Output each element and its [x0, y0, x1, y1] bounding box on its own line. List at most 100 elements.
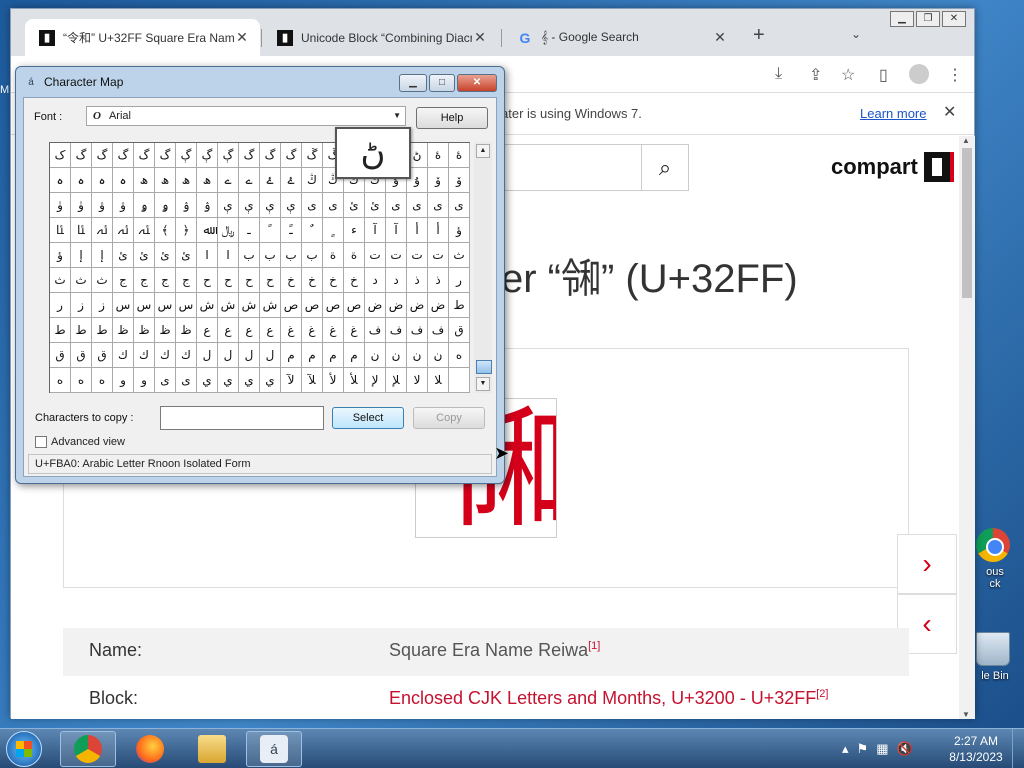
grid-cell[interactable]: ع [218, 318, 239, 343]
tab-google-search[interactable]: G 𝄞 - Google Search ✕ [503, 19, 738, 56]
grid-cell[interactable]: ب [302, 243, 323, 268]
grid-cell[interactable]: ۅ [134, 193, 155, 218]
grid-cell[interactable]: ي [218, 368, 239, 393]
grid-cell[interactable]: ج [134, 268, 155, 293]
grid-cell[interactable]: ل [218, 343, 239, 368]
grid-cell[interactable]: ك [176, 343, 197, 368]
grid-cell[interactable]: ۉ [197, 193, 218, 218]
grid-cell[interactable]: ك [113, 343, 134, 368]
grid-cell[interactable]: ق [449, 318, 470, 343]
grid-cell[interactable]: ۓ [260, 168, 281, 193]
grid-cell[interactable]: ئ [155, 243, 176, 268]
minimize-icon[interactable]: ▁ [890, 11, 914, 27]
scroll-up-icon[interactable]: ▲ [476, 144, 490, 158]
network-icon[interactable]: ▦ [876, 741, 888, 757]
share-icon[interactable]: ⇪ [809, 65, 822, 85]
grid-cell[interactable]: ۆ [449, 168, 470, 193]
clock[interactable]: 2:27 AM 8/13/2023 [946, 733, 1006, 765]
grid-cell[interactable]: ل [260, 343, 281, 368]
grid-cell[interactable]: ا [197, 243, 218, 268]
scroll-down-icon[interactable]: ▼ [962, 710, 970, 719]
close-icon[interactable]: ✕ [472, 29, 488, 46]
tab-unicode-block[interactable]: ▮ Unicode Block “Combining Diacr ✕ [263, 19, 498, 56]
grid-cell[interactable]: ﹰ [260, 218, 281, 243]
grid-cell[interactable]: ث [50, 268, 71, 293]
grid-cell[interactable]: ض [386, 293, 407, 318]
grid-cell[interactable]: ث [71, 268, 92, 293]
grid-cell[interactable]: ه [50, 368, 71, 393]
grid-cell[interactable]: ذ [428, 268, 449, 293]
volume-muted-icon[interactable]: 🔇 [896, 741, 912, 757]
grid-cell[interactable]: ه [449, 343, 470, 368]
grid-cell[interactable]: ع [197, 318, 218, 343]
grid-cell[interactable]: ح [197, 268, 218, 293]
grid-cell[interactable]: غ [281, 318, 302, 343]
grid-cell[interactable]: ﻸ [344, 368, 365, 393]
grid-cell[interactable]: ۈ [50, 193, 71, 218]
grid-cell[interactable]: ہ [92, 168, 113, 193]
select-button[interactable]: Select [332, 407, 404, 429]
scroll-down-icon[interactable]: ▼ [476, 377, 490, 391]
grid-cell[interactable]: ۈ [71, 193, 92, 218]
grid-cell[interactable]: ظ [176, 318, 197, 343]
profile-avatar-icon[interactable] [909, 64, 929, 84]
grid-cell[interactable]: إ [92, 243, 113, 268]
grid-cell[interactable]: ن [407, 343, 428, 368]
reference-link[interactable]: [2] [816, 688, 828, 700]
grid-cell[interactable]: ڳ [218, 143, 239, 168]
grid-cell[interactable]: خ [344, 268, 365, 293]
show-hidden-icons-icon[interactable]: ▴ [842, 741, 849, 757]
site-search-input[interactable] [491, 144, 641, 191]
tab-search-chevron-icon[interactable]: ⌄ [851, 27, 861, 41]
taskbar-app-character-map[interactable]: á [246, 731, 302, 767]
grid-cell[interactable]: ڳ [176, 143, 197, 168]
grid-cell[interactable]: ه [71, 368, 92, 393]
grid-cell[interactable]: ﹱ [281, 218, 302, 243]
character-map-titlebar[interactable]: á Character Map [24, 75, 123, 89]
grid-cell[interactable]: ی [428, 193, 449, 218]
grid-cell[interactable]: ع [239, 318, 260, 343]
grid-cell[interactable]: ش [197, 293, 218, 318]
grid-cell[interactable]: ـ [239, 218, 260, 243]
grid-cell[interactable]: ې [260, 193, 281, 218]
grid-cell[interactable]: ﴾ [155, 218, 176, 243]
grid-cell[interactable]: ﻵ [281, 368, 302, 393]
grid-cell[interactable]: ا [218, 243, 239, 268]
grid-cell[interactable]: ہ [50, 168, 71, 193]
grid-cell[interactable]: ض [428, 293, 449, 318]
grid-cell[interactable]: س [155, 293, 176, 318]
taskbar-app-explorer[interactable] [184, 731, 240, 767]
grid-cell[interactable]: إ [71, 243, 92, 268]
grid-cell[interactable]: خ [302, 268, 323, 293]
grid-cell[interactable]: ف [386, 318, 407, 343]
grid-cell[interactable]: ط [71, 318, 92, 343]
grid-cell[interactable]: س [113, 293, 134, 318]
grid-cell[interactable]: ئ [113, 243, 134, 268]
grid-cell[interactable]: ي [197, 368, 218, 393]
grid-cell[interactable]: ب [239, 243, 260, 268]
grid-cell[interactable]: ة [344, 243, 365, 268]
side-panel-icon[interactable]: ▯ [879, 65, 888, 85]
grid-cell[interactable]: ك [155, 343, 176, 368]
grid-cell[interactable]: ك [134, 343, 155, 368]
grid-cell[interactable]: ق [50, 343, 71, 368]
grid-cell[interactable]: ۋ [113, 193, 134, 218]
grid-cell[interactable]: ي [239, 368, 260, 393]
font-select[interactable]: O Arial ▼ [86, 106, 406, 126]
grid-cell[interactable]: ه [92, 368, 113, 393]
grid-cell[interactable]: ﻼ [428, 368, 449, 393]
grid-cell[interactable]: ى [302, 193, 323, 218]
grid-cell[interactable]: ص [302, 293, 323, 318]
grid-cell[interactable]: ظ [113, 318, 134, 343]
grid-cell[interactable]: ط [50, 318, 71, 343]
close-icon[interactable]: ✕ [457, 74, 497, 92]
grid-cell[interactable]: ل [239, 343, 260, 368]
grid-cell[interactable]: ز [92, 293, 113, 318]
copy-button[interactable]: Copy [413, 407, 485, 429]
grid-cell[interactable]: ؤ [50, 243, 71, 268]
grid-cell[interactable]: گ [155, 143, 176, 168]
character-grid[interactable]: کگگگگگڳڳڳگگگڱڱڱڱڻڻۀۀہہہہھھھھےےۓۓڭڭڭڭۇۇۆۆ… [49, 142, 470, 393]
grid-cell[interactable]: ے [218, 168, 239, 193]
grid-cell[interactable]: ﹴ [323, 218, 344, 243]
grid-cell[interactable]: م [281, 343, 302, 368]
